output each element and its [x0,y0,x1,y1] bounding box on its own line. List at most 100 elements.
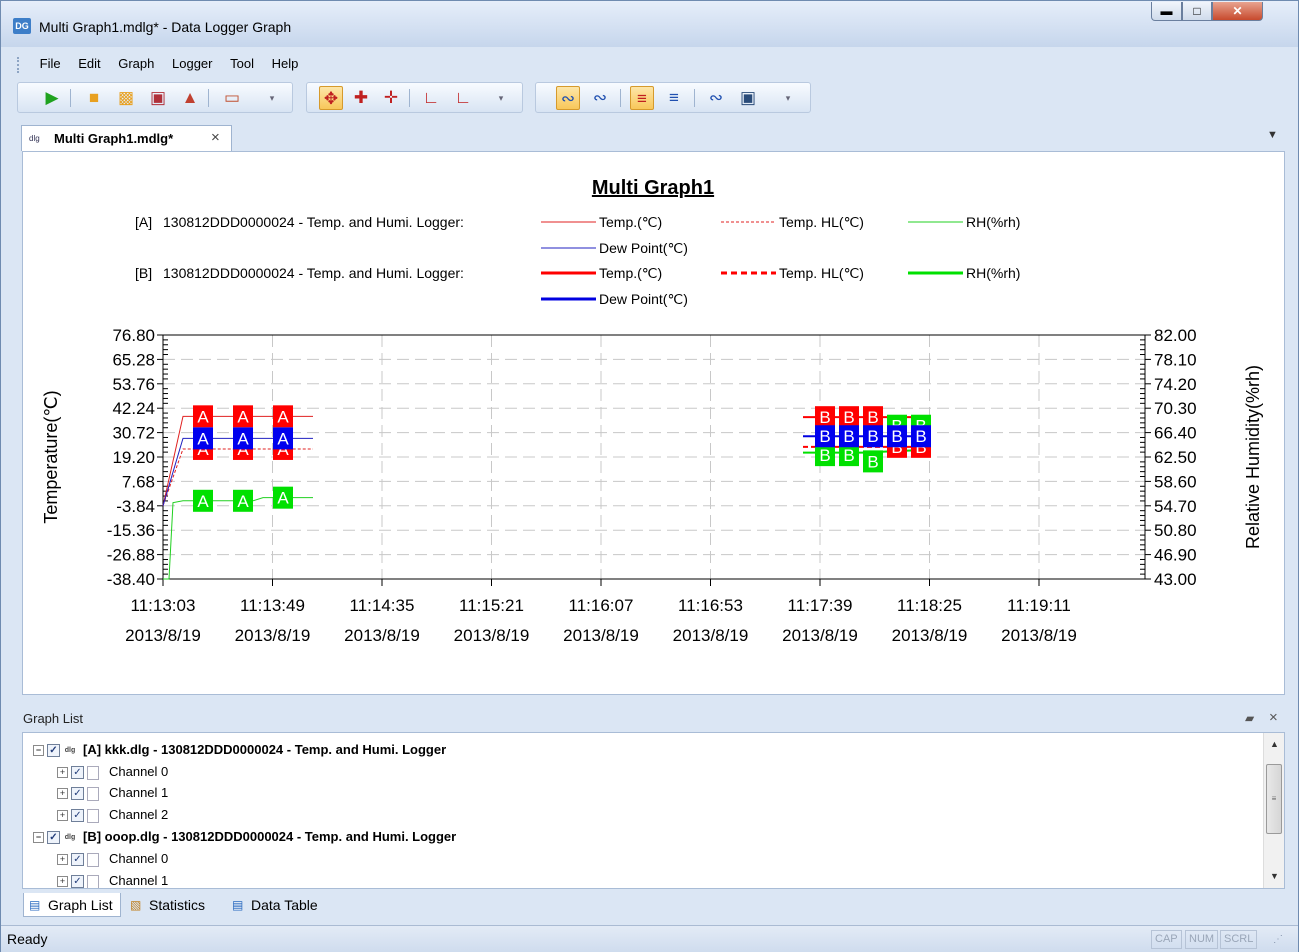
graph-style-1-icon[interactable]: ∾ [556,86,580,110]
tree-node-channel[interactable]: + ✓ Channel 2 [57,805,168,825]
tree-node-label: Channel 2 [109,807,169,822]
legend-group-source: 130812DDD0000024 - Temp. and Humi. Logge… [163,265,464,281]
chart-title: Multi Graph1 [592,177,714,199]
menu-logger[interactable]: Logger [165,52,219,76]
tree-node-logger-a[interactable]: − ✓ dlg [A] kkk.dlg - 130812DDD0000024 - Te… [33,740,446,760]
vertical-scrollbar[interactable]: ▲ ≡ ▼ [1263,733,1284,888]
zoom-in-icon[interactable]: ∟ [419,86,443,110]
resize-grip-icon[interactable]: ⋰ [1273,934,1283,945]
tree-node-channel[interactable]: + ✓ Channel 1 [57,783,168,803]
x-tick-time-label: 11:13:49 [240,596,305,615]
play-icon[interactable]: ▶ [40,86,64,110]
collapse-icon[interactable]: − [33,745,44,757]
graph-style-3-icon[interactable]: ≡ [630,86,654,110]
scroll-up-icon[interactable]: ▲ [1264,735,1284,753]
data-marker-label: B [867,408,878,427]
x-tick-date-label: 2013/8/19 [344,626,420,645]
minimize-button[interactable]: ▬ [1151,2,1182,21]
expand-icon[interactable]: + [57,810,68,822]
tree-node-label: Channel 0 [109,851,169,866]
data-marker-label: A [197,429,209,448]
expand-icon[interactable]: + [57,876,68,888]
channel-checkbox[interactable]: ✓ [71,875,84,888]
pan-horizontal-icon[interactable]: ✚ [349,86,373,110]
y2-tick-label: 66.40 [1154,424,1197,443]
channel-icon [87,765,99,780]
app-window: DG Multi Graph1.mdlg* - Data Logger Grap… [0,0,1299,952]
scrl-indicator: SCRL [1220,930,1258,949]
expand-icon[interactable]: + [57,767,68,779]
open-folder-icon[interactable]: ■ [82,86,106,110]
x-tick-time-label: 11:15:21 [459,596,524,615]
zoom-toolbar: ✥ ✚ ✛ ∟ ∟ ▾ [306,82,523,113]
collapse-icon[interactable]: − [33,832,44,844]
pin-icon[interactable]: ▰ [1245,711,1254,725]
mdlg-file-icon: dlg [29,134,40,143]
y-axis-title: Temperature(℃) [41,390,61,523]
menu-file[interactable]: File [33,52,68,76]
y2-tick-label: 46.90 [1154,546,1197,565]
menu-tool[interactable]: Tool [223,52,261,76]
tab-data-table[interactable]: ▤ Data Table [227,893,337,917]
scroll-thumb[interactable]: ≡ [1266,764,1282,834]
chart-svg[interactable]: Multi Graph1 [A] 130812DDD0000024 - Temp. … [23,152,1284,694]
legend-label: Temp. HL(℃) [779,265,864,281]
tab-dropdown-icon[interactable]: ▼ [1267,129,1278,141]
tree-node-channel[interactable]: + ✓ Channel 1 [57,871,169,888]
open-multi-folder-icon[interactable]: ▩ [114,86,138,110]
close-panel-icon[interactable]: × [1269,709,1278,726]
x-tick-date-label: 2013/8/19 [1001,626,1077,645]
tab-multi-graph1[interactable]: dlg Multi Graph1.mdlg* × [21,125,232,151]
channel-checkbox[interactable]: ✓ [71,853,84,867]
close-tab-icon[interactable]: × [211,129,220,146]
toolbar-overflow-icon[interactable]: ▾ [495,86,507,110]
checkbox-logger-b[interactable]: ✓ [47,831,60,845]
tree-node-label: Channel 1 [109,873,169,888]
toolbar-overflow-icon[interactable]: ▾ [782,86,794,110]
channel-checkbox[interactable]: ✓ [71,787,84,801]
tree-node-channel[interactable]: + ✓ Channel 0 [57,762,168,782]
graph-style-2-icon[interactable]: ∾ [588,86,612,110]
x-tick-date-label: 2013/8/19 [125,626,201,645]
tab-graph-list[interactable]: ▤ Graph List [23,893,121,917]
expand-icon[interactable]: + [57,854,68,866]
toolbar-separator [208,89,209,107]
menu-help[interactable]: Help [265,52,306,76]
tree-node-logger-b[interactable]: − ✓ dlg [B] ooop.dlg - 130812DDD0000024 - T… [33,827,456,847]
graph-style-4-icon[interactable]: ≡ [662,86,686,110]
save-icon[interactable]: ▣ [146,86,170,110]
scroll-down-icon[interactable]: ▼ [1264,867,1284,885]
y-tick-label: 42.24 [112,399,155,418]
move-icon[interactable]: ✥ [319,86,343,110]
legend-group-prefix: [B] [135,265,152,281]
toolbar-separator [620,89,621,107]
menu-graph[interactable]: Graph [111,52,161,76]
legend-label: Dew Point(℃) [599,291,688,307]
window-icon[interactable]: ▭ [220,86,244,110]
channel-checkbox[interactable]: ✓ [71,766,84,780]
tree-node-label: Channel 1 [109,785,169,800]
tree-node-channel[interactable]: + ✓ Channel 0 [57,849,168,869]
graph-panel[interactable]: Multi Graph1 [A] 130812DDD0000024 - Temp. … [22,151,1285,695]
data-marker-label: B [843,446,854,465]
menu-grip-handle[interactable] [17,56,25,73]
upload-icon[interactable]: ▲ [178,86,202,110]
channel-checkbox[interactable]: ✓ [71,809,84,823]
channel-icon [87,874,99,888]
toolbar-overflow-icon[interactable]: ▾ [266,86,278,110]
pan-vertical-icon[interactable]: ✛ [379,86,403,110]
menu-edit[interactable]: Edit [71,52,107,76]
maximize-button[interactable]: □ [1182,2,1212,21]
title-bar[interactable]: DG Multi Graph1.mdlg* - Data Logger Grap… [1,1,1298,47]
close-button[interactable]: ✕ [1212,2,1263,21]
tab-statistics[interactable]: ▧ Statistics [125,893,217,917]
expand-icon[interactable]: + [57,788,68,800]
checkbox-logger-a[interactable]: ✓ [47,744,60,758]
zoom-out-icon[interactable]: ∟ [451,86,475,110]
toolbar-separator [694,89,695,107]
y-tick-label: -3.84 [116,497,155,516]
data-marker-label: A [277,429,289,448]
graph-style-5-icon[interactable]: ∾ [704,86,728,110]
x-tick-time-label: 11:16:07 [569,596,634,615]
graph-style-6-icon[interactable]: ▣ [736,86,760,110]
